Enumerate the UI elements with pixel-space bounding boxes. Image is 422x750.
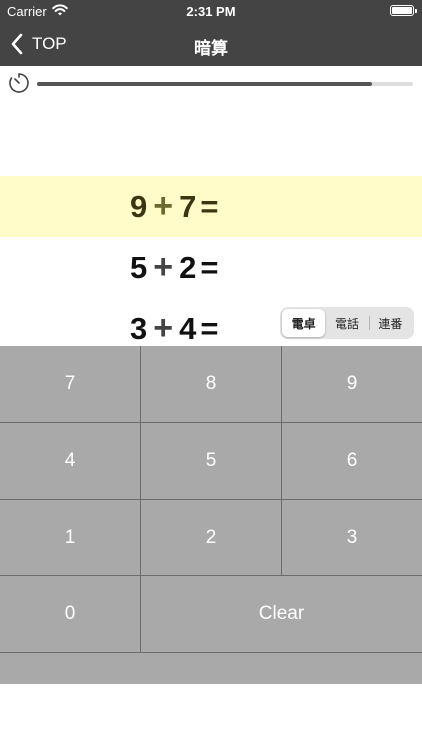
timer-icon (9, 73, 29, 93)
key-3[interactable]: 3 (282, 500, 422, 576)
operand-b: 4 (179, 311, 197, 346)
status-time: 2:31 PM (186, 4, 236, 19)
timer-row (0, 66, 422, 102)
segment-sequential[interactable]: 連番 (368, 309, 412, 337)
problem-row-current: 9 +7 = (0, 176, 422, 237)
equals-sign: = (200, 189, 219, 224)
plus-operator: + (153, 309, 174, 347)
operand-a: 9 (130, 189, 148, 224)
problem-expression: 5 +2 = (130, 247, 218, 288)
key-8[interactable]: 8 (141, 346, 282, 423)
time-progress-bar (37, 82, 413, 86)
key-5[interactable]: 5 (141, 423, 282, 500)
key-9[interactable]: 9 (282, 346, 422, 423)
operand-a: 5 (130, 250, 148, 285)
navigation-bar: TOP 暗算 (0, 22, 422, 66)
page-title: 暗算 (194, 39, 228, 58)
key-2[interactable]: 2 (141, 500, 282, 576)
operand-b: 2 (179, 250, 197, 285)
key-4[interactable]: 4 (0, 423, 141, 500)
operand-a: 3 (130, 311, 148, 346)
operand-b: 7 (179, 189, 197, 224)
number-keypad: 7 8 9 4 5 6 1 2 3 0 Clear (0, 346, 422, 684)
clear-button[interactable]: Clear (141, 576, 422, 653)
equals-sign: = (200, 250, 219, 285)
problem-row: 5 +2 = (0, 237, 422, 298)
plus-operator: + (153, 187, 174, 225)
status-bar: Carrier 2:31 PM (0, 0, 422, 22)
key-0[interactable]: 0 (0, 576, 141, 653)
key-6[interactable]: 6 (282, 423, 422, 500)
time-progress-fill (37, 82, 372, 86)
segment-phone[interactable]: 電話 (325, 309, 368, 337)
plus-operator: + (153, 248, 174, 286)
key-7[interactable]: 7 (0, 346, 141, 423)
key-1[interactable]: 1 (0, 500, 141, 576)
problem-expression: 3 +4 = (130, 308, 218, 349)
segment-calculator[interactable]: 電卓 (282, 309, 326, 337)
battery-icon (390, 5, 417, 16)
equals-sign: = (200, 311, 219, 346)
keypad-layout-selector: 電卓 電話 連番 (280, 307, 414, 339)
problem-expression: 9 +7 = (130, 186, 218, 227)
